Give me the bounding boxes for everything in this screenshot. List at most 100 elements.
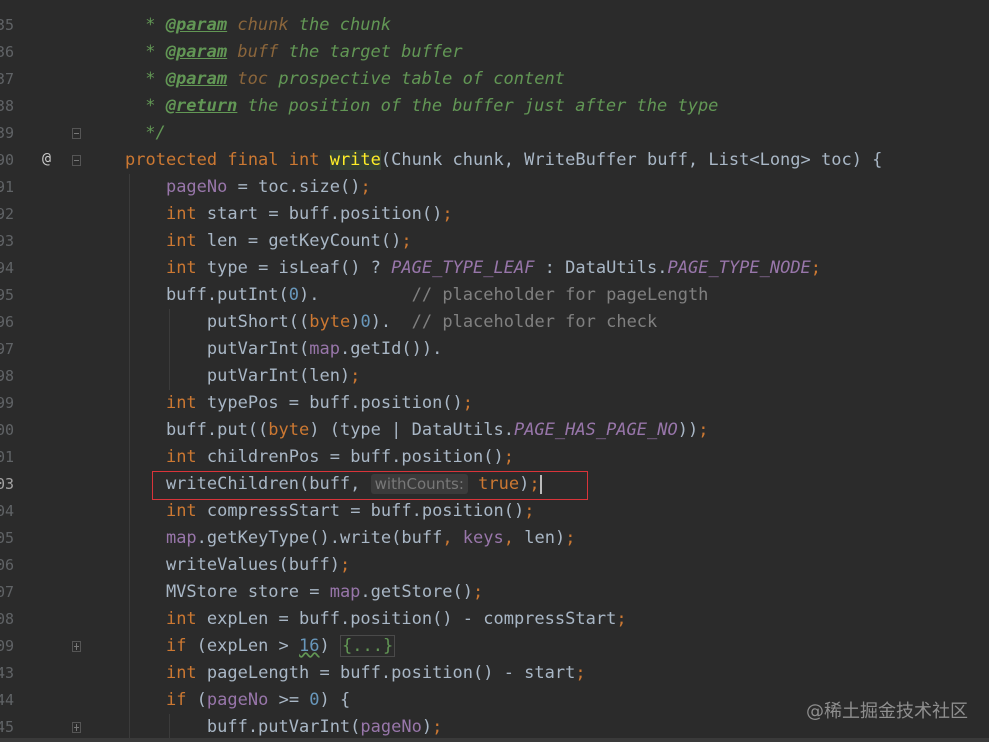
code-line[interactable]: * @return the position of the buffer jus… (135, 93, 718, 120)
code-token: byte (268, 420, 310, 440)
code-token: int (165, 501, 207, 521)
fold-expand-icon[interactable] (72, 641, 81, 652)
code-token: ; (401, 231, 412, 251)
code-token: (expLen > (196, 636, 300, 656)
code-token: * (135, 96, 166, 116)
code-token: * (135, 15, 166, 35)
code-token: ( (196, 690, 207, 710)
code-token: start = buff.position() (206, 204, 443, 224)
code-token: if (165, 690, 197, 710)
code-token: 0 (309, 690, 320, 710)
code-token: ; (503, 447, 514, 467)
code-token: .getKeyType().write(buff (196, 528, 443, 548)
code-token: expLen = buff.position() - compressStart (206, 609, 617, 629)
code-token: ) (type | DataUtils. (309, 420, 514, 440)
line-number: 95 (0, 286, 14, 304)
code-token: >= (268, 690, 310, 710)
code-line[interactable]: int start = buff.position(); (125, 201, 453, 228)
code-line[interactable]: */ (135, 120, 166, 147)
line-number: 91 (0, 178, 14, 196)
line-number: 90 (0, 151, 14, 169)
code-line[interactable]: buff.putVarInt(pageNo); (125, 714, 442, 741)
code-token: map (165, 528, 197, 548)
code-line[interactable]: int len = getKeyCount(); (125, 228, 412, 255)
code-line[interactable]: if (pageNo >= 0) { (125, 687, 350, 714)
code-token: .getId()). (339, 339, 443, 359)
override-icon[interactable]: @ (42, 149, 51, 167)
code-line[interactable]: int type = isLeaf() ? PAGE_TYPE_LEAF : D… (125, 255, 821, 282)
code-line[interactable]: buff.put((byte) (type | DataUtils.PAGE_H… (125, 417, 709, 444)
code-token: .getStore() (360, 582, 474, 602)
code-token: ; (698, 420, 709, 440)
code-line[interactable]: int typePos = buff.position(); (125, 390, 473, 417)
code-line[interactable]: * @param toc prospective table of conten… (135, 66, 565, 93)
code-token: int (165, 447, 207, 467)
code-token: (Chunk chunk, WriteBuffer buff, List<Lon… (380, 150, 883, 170)
code-token: ) { (319, 690, 351, 710)
line-number: 08 (0, 610, 14, 628)
code-token: type = isLeaf() ? (206, 258, 392, 278)
code-token: buff.put(( (125, 420, 269, 440)
code-token: @param (165, 42, 228, 62)
code-line[interactable]: buff.putInt(0). // placeholder for pageL… (125, 282, 708, 309)
code-line[interactable]: int pageLength = buff.position() - start… (125, 660, 586, 687)
line-number: 45 (0, 718, 14, 736)
code-token: ) (319, 636, 340, 656)
code-token: */ (135, 123, 166, 143)
horizontal-scrollbar[interactable] (0, 738, 989, 742)
line-number: 44 (0, 691, 14, 709)
code-line[interactable]: int childrenPos = buff.position(); (125, 444, 514, 471)
code-token: putVarInt( (125, 339, 310, 359)
code-line[interactable]: putVarInt(len); (125, 363, 361, 390)
code-token: )) (677, 420, 699, 440)
code-token: pageNo (206, 690, 269, 710)
code-token: // placeholder for check (411, 312, 658, 332)
code-token: ). (370, 312, 412, 332)
code-token: 0 (360, 312, 371, 332)
code-line[interactable]: pageNo = toc.size(); (125, 174, 371, 201)
code-token: keys (462, 528, 504, 548)
code-token: , (442, 528, 463, 548)
code-token: ) (421, 717, 433, 737)
code-token: the position of the buffer just after th… (237, 96, 719, 116)
code-line[interactable]: map.getKeyType().write(buff, keys, len); (125, 525, 575, 552)
line-number: 05 (0, 529, 14, 547)
line-number: 35 (0, 16, 14, 34)
code-editor[interactable]: 35 36 37 38 39 90 91 92 93 94 95 96 97 98 99 00 01 03 04 05… (0, 0, 989, 742)
code-token: int (165, 204, 207, 224)
code-token: int (165, 663, 207, 683)
line-number: 92 (0, 205, 14, 223)
code-line[interactable]: writeValues(buff); (125, 552, 350, 579)
code-line[interactable]: * @param buff the target buffer (135, 39, 462, 66)
code-token: , (503, 528, 525, 548)
code-token: PAGE_HAS_PAGE_NO (513, 420, 678, 440)
fold-expand-icon[interactable] (72, 722, 81, 733)
line-number: 01 (0, 448, 14, 466)
fold-collapse-icon[interactable] (72, 155, 81, 166)
code-token: PAGE_TYPE_LEAF (391, 258, 535, 278)
code-line[interactable]: int expLen = buff.position() - compressS… (125, 606, 627, 633)
code-line[interactable]: putVarInt(map.getId()). (125, 336, 442, 363)
code-line[interactable]: putShort((byte)0). // placeholder for ch… (125, 309, 657, 336)
code-token: ). (299, 285, 412, 305)
code-line[interactable]: protected final int write(Chunk chunk, W… (125, 147, 882, 174)
code-line[interactable]: MVStore store = map.getStore(); (125, 579, 483, 606)
code-token: int (165, 609, 207, 629)
code-token: ; (616, 609, 627, 629)
fold-collapse-icon[interactable] (72, 128, 81, 139)
folded-code-block[interactable]: {...} (340, 635, 396, 657)
code-line[interactable]: int compressStart = buff.position(); (125, 498, 534, 525)
code-line[interactable]: * @param chunk the chunk (135, 12, 391, 39)
code-token: pageNo (360, 717, 422, 737)
code-token: * (135, 69, 166, 89)
code-line[interactable]: if (expLen > 16) {...} (125, 633, 396, 660)
line-number: 00 (0, 421, 14, 439)
code-token: map (309, 339, 340, 359)
